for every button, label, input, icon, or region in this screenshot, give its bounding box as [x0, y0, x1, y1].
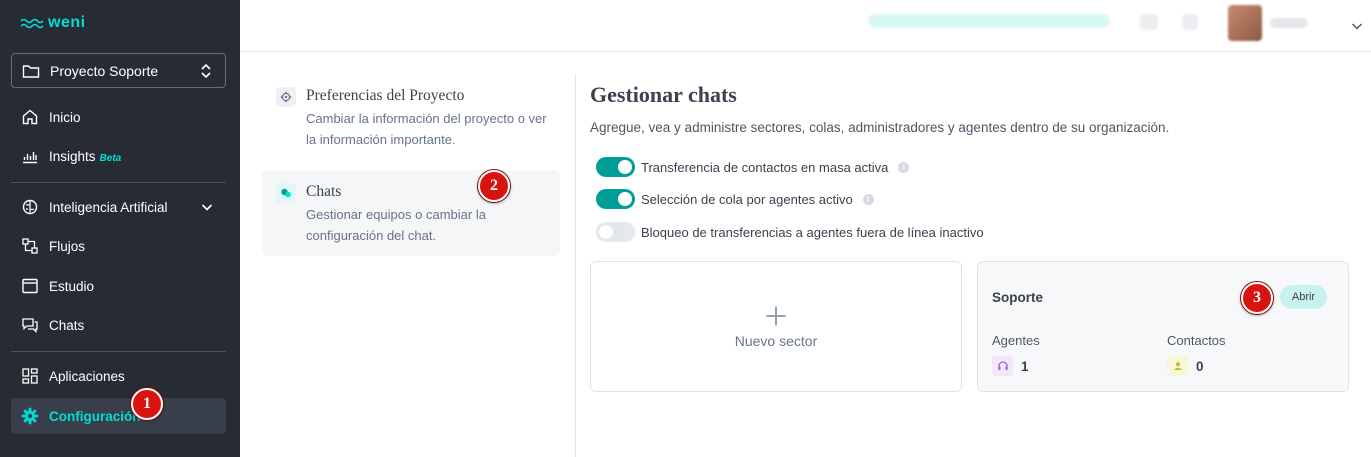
blurred-icon[interactable] — [1182, 14, 1198, 30]
plus-icon — [765, 305, 787, 327]
sidebar-item-estudio[interactable]: Estudio — [11, 268, 226, 304]
vertical-divider — [575, 74, 576, 457]
new-sector-label: Nuevo sector — [734, 332, 818, 349]
agents-stat: 1 — [992, 356, 1029, 376]
new-sector-button[interactable]: Nuevo sector — [590, 261, 962, 392]
settings-item-description: Gestionar equipos o cambiar la configura… — [306, 207, 486, 243]
toggle-row-queue-selection: Selección de cola por agentes activo i — [596, 189, 874, 209]
sidebar-item-flujos[interactable]: Flujos — [11, 228, 226, 264]
offline-transfer-block-switch[interactable] — [596, 222, 635, 242]
project-selector[interactable]: Proyecto Soporte — [11, 53, 226, 88]
info-icon[interactable]: i — [862, 193, 874, 205]
sidebar-item-label: Chats — [49, 317, 85, 333]
waves-icon — [20, 14, 44, 32]
sector-name: Soporte — [992, 290, 1044, 305]
sidebar-divider — [11, 182, 226, 183]
settings-item-description: Cambiar la información del proyecto o ve… — [306, 111, 547, 147]
blurred-user-name — [1270, 18, 1308, 28]
contacts-stat: 0 — [1167, 356, 1204, 376]
sidebar-item-chats[interactable]: Chats — [11, 307, 226, 343]
sidebar-item-label: Inteligencia Artificial — [49, 199, 168, 215]
sector-card: Soporte Abrir Agentes 1 Contactos 0 — [977, 261, 1349, 392]
gear-icon — [21, 407, 39, 425]
chat-icon — [21, 316, 39, 334]
switch-knob — [618, 192, 632, 206]
sidebar-item-label: Aplicaciones — [49, 368, 125, 384]
sidebar-item-label: Flujos — [49, 238, 86, 254]
gear-icon — [276, 87, 296, 107]
folder-icon — [22, 62, 40, 80]
weni-logo[interactable]: weni — [20, 14, 86, 32]
apps-icon — [21, 367, 39, 385]
open-sector-button[interactable]: Abrir — [1280, 285, 1327, 309]
brain-icon — [21, 198, 39, 216]
contacts-value: 0 — [1196, 358, 1204, 374]
toggle-label: Bloqueo de transferencias a agentes fuer… — [641, 224, 984, 240]
home-icon — [21, 108, 39, 126]
page-title: Gestionar chats — [590, 82, 737, 107]
sidebar-item-label: Insights Beta — [49, 148, 122, 164]
logo-text: weni — [48, 14, 86, 31]
chart-icon — [21, 147, 39, 165]
mass-transfer-switch[interactable] — [596, 157, 635, 177]
switch-knob — [618, 160, 632, 174]
info-icon[interactable]: i — [898, 161, 910, 173]
sidebar-item-label: Configuración — [49, 408, 141, 424]
toggle-label: Transferencia de contactos en masa activ… — [641, 159, 889, 175]
queue-selection-switch[interactable] — [596, 189, 635, 209]
sidebar-divider — [11, 351, 226, 352]
settings-item-project-preferences[interactable]: Preferencias del Proyecto Cambiar la inf… — [262, 74, 560, 164]
sidebar-item-aplicaciones[interactable]: Aplicaciones — [11, 358, 226, 394]
settings-item-title: Preferencias del Proyecto — [306, 87, 465, 104]
settings-item-title: Chats — [306, 183, 342, 200]
sidebar-item-label: Estudio — [49, 278, 95, 294]
flow-icon — [21, 237, 39, 255]
toggle-row-offline-transfer-block: Bloqueo de transferencias a agentes fuer… — [596, 222, 984, 242]
switch-knob — [599, 225, 613, 239]
toggle-row-mass-transfer: Transferencia de contactos en masa activ… — [596, 157, 910, 177]
beta-badge: Beta — [99, 152, 122, 164]
agents-value: 1 — [1021, 358, 1029, 374]
window-icon — [21, 277, 39, 295]
chevron-down-icon[interactable] — [1348, 17, 1366, 35]
project-name: Proyecto Soporte — [50, 62, 159, 79]
toggle-label: Selección de cola por agentes activo — [641, 191, 853, 207]
sidebar-item-configuracion[interactable]: Configuración — [11, 398, 226, 434]
headset-icon — [992, 356, 1013, 376]
settings-item-chats[interactable]: Chats Gestionar equipos o cambiar la con… — [262, 170, 560, 256]
top-bar — [240, 0, 1371, 52]
blurred-icon[interactable] — [1140, 14, 1158, 30]
user-icon — [1167, 356, 1188, 376]
chevron-down-icon — [198, 198, 216, 216]
sidebar-item-inicio[interactable]: Inicio — [11, 99, 226, 135]
sidebar-item-inteligencia-artificial[interactable]: Inteligencia Artificial — [11, 189, 226, 225]
page-subtitle: Agregue, vea y administre sectores, cola… — [590, 120, 1170, 135]
sidebar-item-label: Inicio — [49, 109, 81, 125]
contacts-label: Contactos — [1167, 333, 1226, 348]
chevron-up-down-icon — [197, 62, 215, 80]
step-marker-3: 3 — [1241, 282, 1273, 314]
step-marker-1: 1 — [131, 388, 163, 420]
chat-bubbles-icon — [276, 183, 296, 203]
sidebar: weni Proyecto Soporte Inicio Insights Bet… — [0, 0, 240, 457]
blurred-project-link[interactable] — [868, 14, 1110, 28]
avatar[interactable] — [1228, 5, 1262, 41]
sidebar-item-insights[interactable]: Insights Beta — [11, 138, 226, 174]
agents-label: Agentes — [992, 333, 1040, 348]
step-marker-2: 2 — [478, 170, 510, 202]
